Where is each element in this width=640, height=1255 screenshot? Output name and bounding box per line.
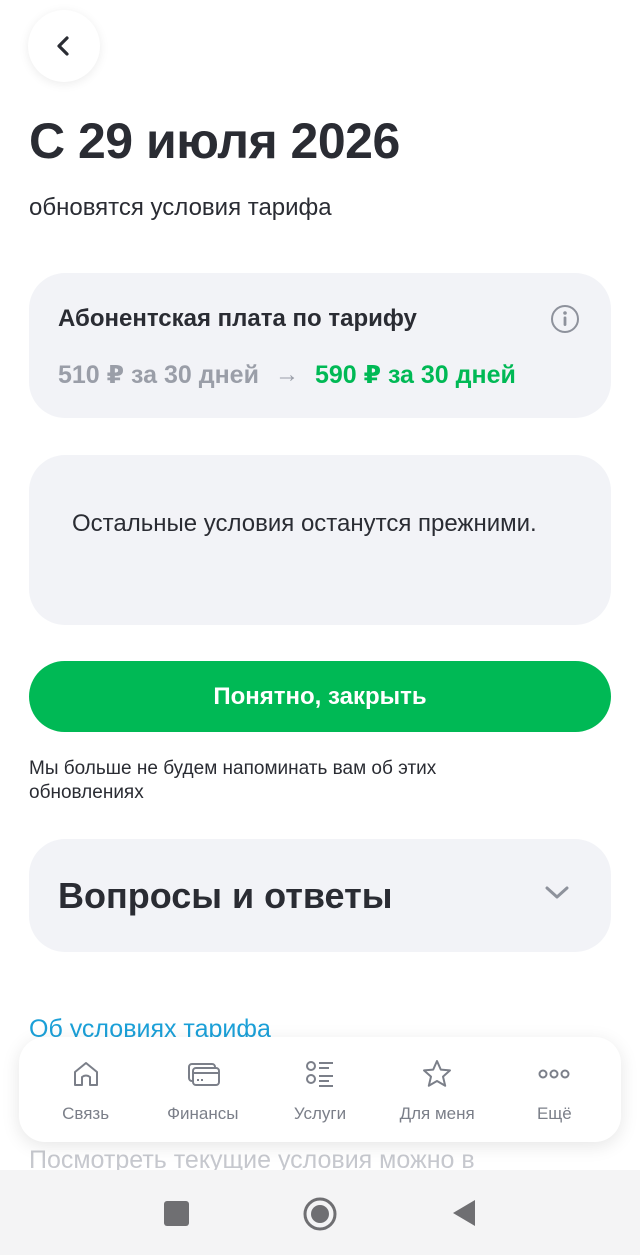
new-price: 590 ₽ за 30 дней <box>314 361 516 389</box>
fee-card: Абонентская плата по тарифу 510 ₽ за 30 … <box>29 273 611 418</box>
card-icon <box>187 1063 220 1086</box>
faq-title: Вопросы и ответы <box>58 875 393 916</box>
close-button[interactable]: Понятно, закрыть <box>29 661 611 732</box>
back-button[interactable] <box>28 10 100 82</box>
star-icon <box>423 1060 452 1087</box>
home-circle-icon[interactable] <box>302 1196 338 1232</box>
tab-svyaz[interactable]: Связь <box>28 1037 144 1124</box>
back-triangle-icon[interactable] <box>451 1198 477 1228</box>
faq-accordion[interactable]: Вопросы и ответы <box>29 839 611 952</box>
reminder-note: Мы больше не будем напоминать вам об эти… <box>29 758 437 803</box>
tab-label: Финансы <box>167 1104 239 1123</box>
system-navigation-bar <box>0 1170 640 1255</box>
tariff-update-screen: С 29 июля 2026 обновятся условия тарифа … <box>0 0 640 1255</box>
bottom-tab-bar: Связь Финансы Услуги Для меня Ещё <box>19 1037 621 1142</box>
recents-icon[interactable] <box>164 1201 189 1226</box>
price-change-row: 510 ₽ за 30 дней → 590 ₽ за 30 дней <box>58 360 516 390</box>
tab-finance[interactable]: Финансы <box>145 1037 261 1124</box>
chevron-down-icon <box>545 886 569 899</box>
tab-label: Ещё <box>536 1104 572 1123</box>
arrow-right-icon: → <box>274 361 299 388</box>
note-text: Остальные условия останутся прежними. <box>72 510 537 537</box>
tab-services[interactable]: Услуги <box>262 1037 378 1124</box>
tab-more[interactable]: Ещё <box>496 1037 612 1124</box>
page-title: С 29 июля 2026 <box>29 113 400 169</box>
home-icon <box>73 1062 98 1086</box>
more-icon <box>538 1069 570 1079</box>
tab-label: Связь <box>62 1104 110 1123</box>
tab-label: Для меня <box>399 1104 475 1123</box>
info-icon[interactable] <box>550 304 580 334</box>
list-icon <box>305 1061 333 1087</box>
fee-card-title: Абонентская плата по тарифу <box>58 305 417 332</box>
chevron-left-icon <box>57 36 69 56</box>
note-card: Остальные условия останутся прежними. <box>29 455 611 625</box>
tab-for-me[interactable]: Для меня <box>379 1037 495 1124</box>
old-price: 510 ₽ за 30 дней <box>58 361 259 389</box>
tab-label: Услуги <box>293 1104 347 1123</box>
page-subtitle: обновятся условия тарифа <box>29 194 332 221</box>
